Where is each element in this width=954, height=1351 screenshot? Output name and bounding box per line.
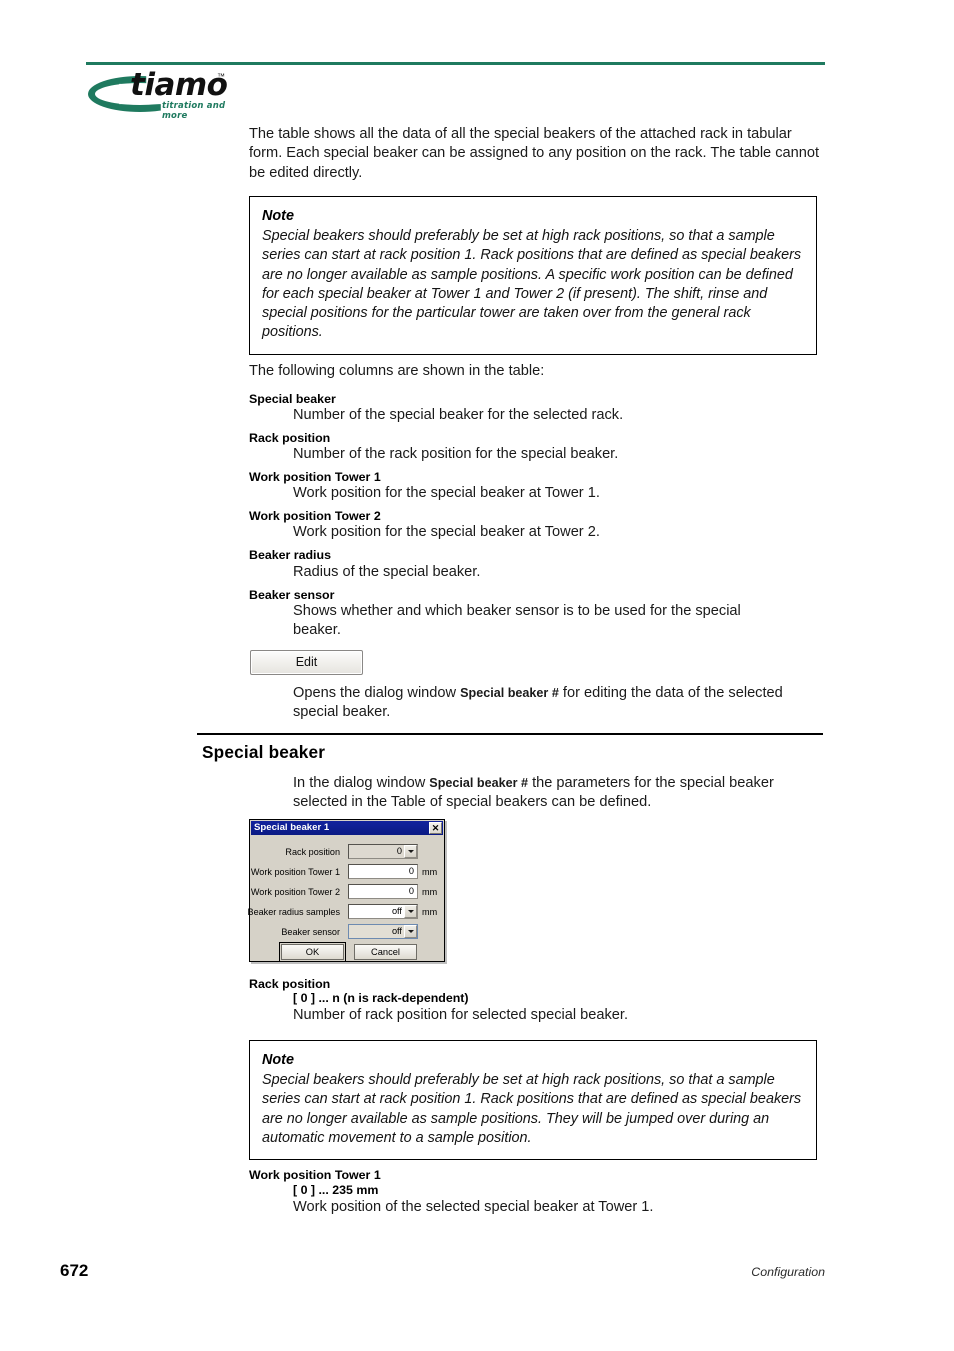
- note-1-body: Special beakers should preferably be set…: [262, 228, 802, 341]
- columns-intro: The following columns are shown in the t…: [249, 363, 545, 379]
- param-def-work-position-tower-1: Work position of the selected special be…: [293, 1199, 654, 1215]
- column-def-work-position-tower-2: Work position for the special beaker at …: [293, 524, 600, 540]
- dialog-label-work-position-tower-2: Work position Tower 2: [250, 887, 340, 897]
- logo-trademark-icon: ™: [217, 72, 225, 81]
- logo-wordmark: tiamo: [130, 67, 228, 103]
- note-box-2: Note Special beakers should preferably b…: [249, 1040, 817, 1161]
- special-beaker-dialog[interactable]: Special beaker 1 ✕ Rack position 0 Work …: [248, 819, 445, 962]
- beaker-radius-samples-value: off: [391, 906, 402, 916]
- column-term-beaker-sensor: Beaker sensor: [249, 588, 335, 602]
- dialog-label-rack-position: Rack position: [285, 847, 340, 857]
- note-2-body: Special beakers should preferably be set…: [262, 1072, 802, 1146]
- dialog-cancel-button[interactable]: Cancel: [354, 944, 417, 960]
- unit-work-position-tower-1: mm: [422, 867, 438, 877]
- edit-desc-dialog-name: Special beaker #: [460, 686, 559, 700]
- note-2-title: Note: [262, 1052, 294, 1068]
- rack-position-value: 0: [396, 846, 402, 856]
- dialog-ok-button[interactable]: OK: [279, 942, 346, 962]
- param-term-work-position-tower-1: Work position Tower 1: [249, 1168, 381, 1182]
- edit-button[interactable]: Edit: [250, 650, 363, 675]
- column-term-beaker-radius: Beaker radius: [249, 548, 331, 562]
- chevron-down-icon[interactable]: [404, 905, 417, 918]
- beaker-sensor-value: off: [391, 926, 402, 936]
- work-position-tower-2-value: 0: [349, 885, 417, 898]
- beaker-sensor-combo[interactable]: off: [348, 924, 418, 939]
- note-box-1: Note Special beakers should preferably b…: [249, 196, 817, 355]
- beaker-radius-samples-combo[interactable]: off: [348, 904, 418, 919]
- note-1-title: Note: [262, 208, 294, 224]
- page-number: 672: [60, 1261, 89, 1280]
- param-range-work-position-tower-1: [ 0 ] ... 235 mm: [293, 1183, 379, 1197]
- dialog-label-beaker-sensor: Beaker sensor: [281, 927, 340, 937]
- dialog-title: Special beaker 1: [254, 822, 330, 833]
- dialog-label-beaker-radius-samples: Beaker radius samples: [247, 907, 341, 917]
- work-position-tower-1-value: 0: [349, 865, 417, 878]
- header-rule: [86, 62, 825, 65]
- intro-paragraph-block: The table shows all the data of all the …: [249, 125, 823, 183]
- section-title-special-beaker: Special beaker: [202, 742, 326, 762]
- tiamo-logo: tiamo ™ titration and more: [88, 67, 238, 121]
- chevron-down-icon[interactable]: [404, 925, 417, 938]
- work-position-tower-2-input[interactable]: 0: [348, 884, 418, 899]
- param-range-rack-position: [ 0 ] ... n (n is rack-dependent): [293, 991, 469, 1005]
- unit-beaker-radius-samples: mm: [422, 907, 438, 917]
- dialog-titlebar: Special beaker 1 ✕: [251, 821, 443, 835]
- intro-paragraph: The table shows all the data of all the …: [249, 126, 820, 181]
- section-rule: [197, 733, 823, 735]
- logo-tagline: titration and more: [162, 101, 226, 121]
- section-intro-dialog-name: Special beaker #: [429, 776, 529, 790]
- column-def-beaker-sensor: Shows whether and which beaker sensor is…: [293, 603, 741, 639]
- rack-position-combo[interactable]: 0: [348, 844, 418, 859]
- column-term-rack-position: Rack position: [249, 431, 331, 445]
- column-term-special-beaker: Special beaker: [249, 392, 336, 406]
- unit-work-position-tower-2: mm: [422, 887, 438, 897]
- column-def-rack-position: Number of the rack position for the spec…: [293, 446, 619, 462]
- param-term-rack-position: Rack position: [249, 977, 331, 991]
- column-term-work-position-tower-2: Work position Tower 2: [249, 509, 381, 523]
- dialog-label-work-position-tower-1: Work position Tower 1: [250, 867, 340, 877]
- column-def-beaker-radius: Radius of the special beaker.: [293, 564, 481, 580]
- column-term-work-position-tower-1: Work position Tower 1: [249, 470, 381, 484]
- column-def-work-position-tower-1: Work position for the special beaker at …: [293, 485, 600, 501]
- edit-desc-pre: Opens the dialog window: [293, 685, 461, 701]
- close-icon[interactable]: ✕: [429, 822, 442, 834]
- section-intro-pre: In the dialog window: [293, 775, 430, 791]
- section-intro-paragraph: In the dialog window Special beaker # th…: [293, 774, 823, 813]
- param-def-rack-position: Number of rack position for selected spe…: [293, 1007, 629, 1023]
- footer-chapter-label: Configuration: [751, 1265, 825, 1279]
- edit-button-description: Opens the dialog window Special beaker #…: [293, 684, 823, 723]
- columns-intro-block: The following columns are shown in the t…: [249, 362, 823, 381]
- chevron-down-icon[interactable]: [404, 845, 417, 858]
- work-position-tower-1-input[interactable]: 0: [348, 864, 418, 879]
- column-def-special-beaker: Number of the special beaker for the sel…: [293, 407, 624, 423]
